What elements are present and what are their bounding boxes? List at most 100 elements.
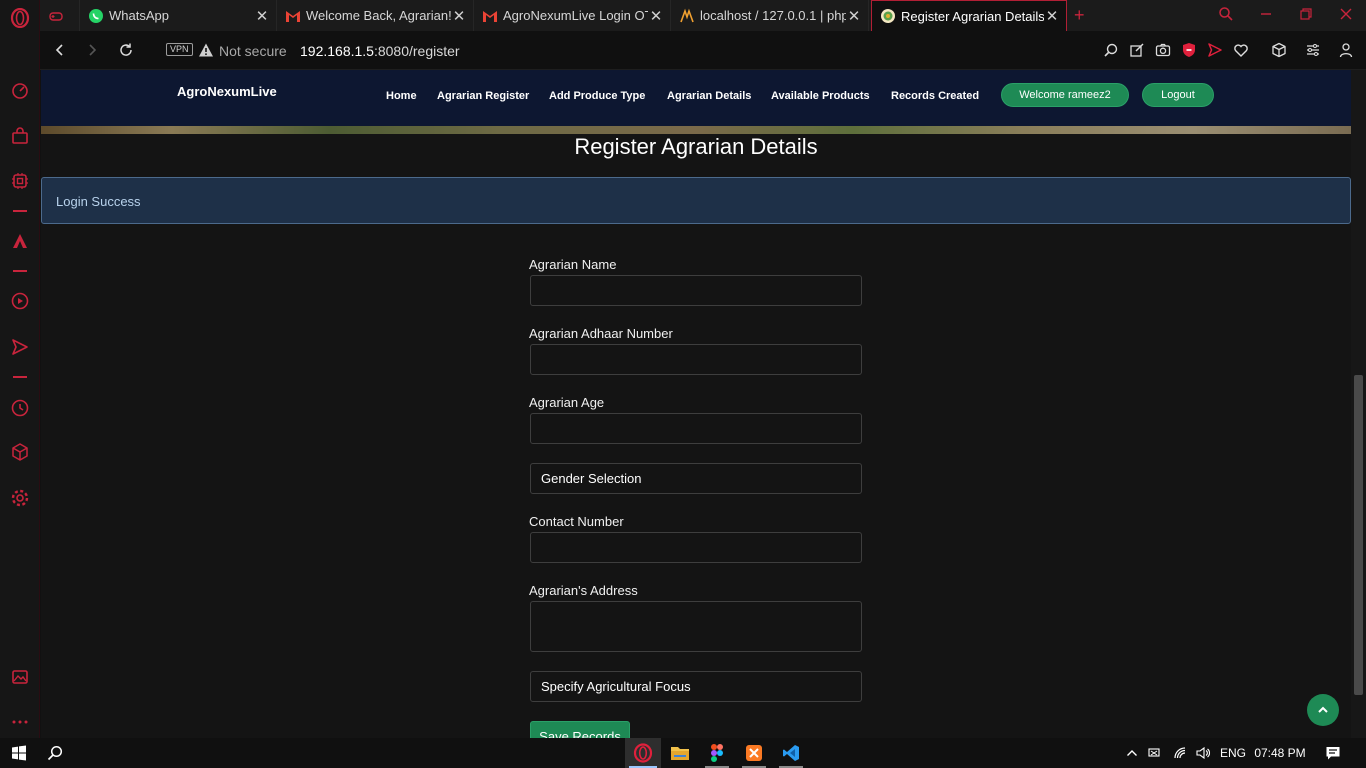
tab-label: WhatsApp (109, 8, 169, 23)
tab-gmail-welcome[interactable]: Welcome Back, Agrarian! - ✕ (277, 0, 474, 31)
login-success-alert: Login Success (41, 177, 1351, 224)
page-scrollbar[interactable] (1351, 70, 1366, 738)
warning-triangle-icon[interactable] (198, 42, 214, 58)
easy-setup-icon[interactable] (1304, 41, 1322, 59)
agrarian-name-input[interactable] (530, 275, 862, 306)
gmail-icon (482, 8, 498, 24)
tray-network-adapter-icon[interactable] (1146, 738, 1164, 768)
edit-share-icon[interactable] (1128, 41, 1146, 59)
history-icon[interactable] (8, 396, 32, 420)
search-page-icon[interactable] (1102, 41, 1120, 59)
ai-chip-icon[interactable] (8, 169, 32, 193)
scroll-to-top-button[interactable] (1307, 694, 1339, 726)
sidebar-divider (13, 376, 27, 378)
new-tab-plus-icon[interactable]: + (1074, 5, 1085, 26)
flow-send-icon[interactable] (1206, 41, 1224, 59)
extensions-icon[interactable] (1270, 41, 1288, 59)
contact-number-label: Contact Number (529, 514, 624, 529)
shopping-bag-icon[interactable] (8, 124, 32, 148)
tab-gx-pinned[interactable] (40, 0, 80, 31)
url-field[interactable]: 192.168.1.5:8080/register (300, 43, 460, 59)
nav-home[interactable]: Home (386, 90, 417, 102)
close-tab-icon[interactable]: ✕ (1044, 8, 1060, 25)
bookmark-heart-icon[interactable] (1232, 41, 1250, 59)
profile-icon[interactable] (1337, 41, 1355, 59)
browser-sidebar (0, 0, 40, 738)
extensions-cube-icon[interactable] (8, 440, 32, 464)
tab-whatsapp[interactable]: WhatsApp ✕ (80, 0, 277, 31)
nav-available-products[interactable]: Available Products (771, 90, 870, 102)
site-brand[interactable]: AgroNexumLive (177, 84, 277, 99)
close-tab-icon[interactable]: ✕ (846, 8, 862, 25)
opera-logo-icon[interactable] (8, 6, 32, 30)
reload-icon[interactable] (116, 40, 136, 60)
tray-volume-icon[interactable] (1194, 738, 1212, 768)
tab-gmail-otp[interactable]: AgroNexumLive Login OTP ✕ (474, 0, 671, 31)
adhaar-number-input[interactable] (530, 344, 862, 375)
address-textarea[interactable] (530, 601, 862, 652)
phpmyadmin-icon (679, 8, 695, 24)
close-tab-icon[interactable]: ✕ (254, 8, 270, 25)
agrarian-age-input[interactable] (530, 413, 862, 444)
chevron-up-icon (1318, 706, 1328, 713)
sidebar-divider (13, 270, 27, 272)
tab-label: localhost / 127.0.0.1 | phpM (700, 8, 846, 23)
adblock-shield-icon[interactable] (1180, 41, 1198, 59)
settings-gear-icon[interactable] (8, 486, 32, 510)
restore-icon[interactable] (1286, 7, 1326, 24)
close-window-icon[interactable] (1326, 7, 1366, 24)
more-dots-icon[interactable] (8, 708, 32, 732)
tray-clock[interactable]: 07:48 PM (1252, 738, 1308, 768)
nav-records-created[interactable]: Records Created (891, 90, 979, 102)
forward-arrow-icon[interactable] (82, 40, 102, 60)
gallery-icon[interactable] (8, 665, 32, 689)
tray-language[interactable]: ENG (1218, 738, 1248, 768)
sidebar-divider (13, 210, 27, 212)
web-page: AgroNexumLive Home Agrarian Register Add… (41, 70, 1351, 738)
tray-wifi-icon[interactable] (1172, 738, 1190, 768)
taskbar-opera-gx-icon[interactable] (625, 738, 661, 768)
aria-icon[interactable] (8, 229, 32, 253)
url-path: :8080/register (373, 43, 460, 59)
back-arrow-icon[interactable] (50, 40, 70, 60)
taskbar-search-icon[interactable] (40, 738, 70, 768)
hero-image-strip (41, 126, 1351, 134)
save-records-button[interactable]: Save Records (530, 721, 630, 738)
tab-register-active[interactable]: Register Agrarian Details ✕ (871, 0, 1067, 31)
nav-agrarian-details[interactable]: Agrarian Details (667, 90, 751, 102)
gender-select[interactable]: Gender Selection (530, 463, 862, 494)
security-status[interactable]: Not secure (219, 43, 287, 59)
notification-center-icon[interactable] (1320, 738, 1346, 768)
vpn-badge[interactable]: VPN (166, 43, 193, 56)
tab-phpmyadmin[interactable]: localhost / 127.0.0.1 | phpM ✕ (671, 0, 869, 31)
gamepad-icon (48, 8, 64, 24)
taskbar-vscode-icon[interactable] (773, 738, 809, 768)
minimize-icon[interactable] (1246, 7, 1286, 24)
tray-chevron-up-icon[interactable] (1124, 738, 1140, 768)
speed-dial-icon[interactable] (8, 78, 32, 102)
site-navbar: AgroNexumLive Home Agrarian Register Add… (41, 70, 1351, 126)
taskbar-xampp-icon[interactable] (736, 738, 772, 768)
snapshot-camera-icon[interactable] (1154, 41, 1172, 59)
agrarian-name-label: Agrarian Name (529, 257, 617, 272)
taskbar-figma-icon[interactable] (699, 738, 735, 768)
agricultural-focus-select[interactable]: Specify Agricultural Focus (530, 671, 862, 702)
send-icon[interactable] (8, 335, 32, 359)
tab-label: AgroNexumLive Login OTP (503, 8, 648, 23)
scrollbar-thumb[interactable] (1354, 375, 1363, 695)
tab-search-icon[interactable] (1206, 6, 1246, 26)
nav-add-produce-type[interactable]: Add Produce Type (549, 90, 645, 102)
address-label: Agrarian's Address (529, 583, 638, 598)
logout-button[interactable]: Logout (1142, 83, 1214, 107)
contact-number-input[interactable] (530, 532, 862, 563)
taskbar-file-explorer-icon[interactable] (662, 738, 698, 768)
welcome-user-button[interactable]: Welcome rameez2 (1001, 83, 1129, 107)
tab-label: Welcome Back, Agrarian! - (306, 8, 451, 23)
close-tab-icon[interactable]: ✕ (648, 8, 664, 25)
windows-start-icon[interactable] (4, 738, 34, 768)
player-icon[interactable] (8, 289, 32, 313)
site-favicon-icon (880, 8, 896, 24)
page-title: Register Agrarian Details (574, 134, 818, 159)
nav-agrarian-register[interactable]: Agrarian Register (437, 90, 529, 102)
close-tab-icon[interactable]: ✕ (451, 8, 467, 25)
